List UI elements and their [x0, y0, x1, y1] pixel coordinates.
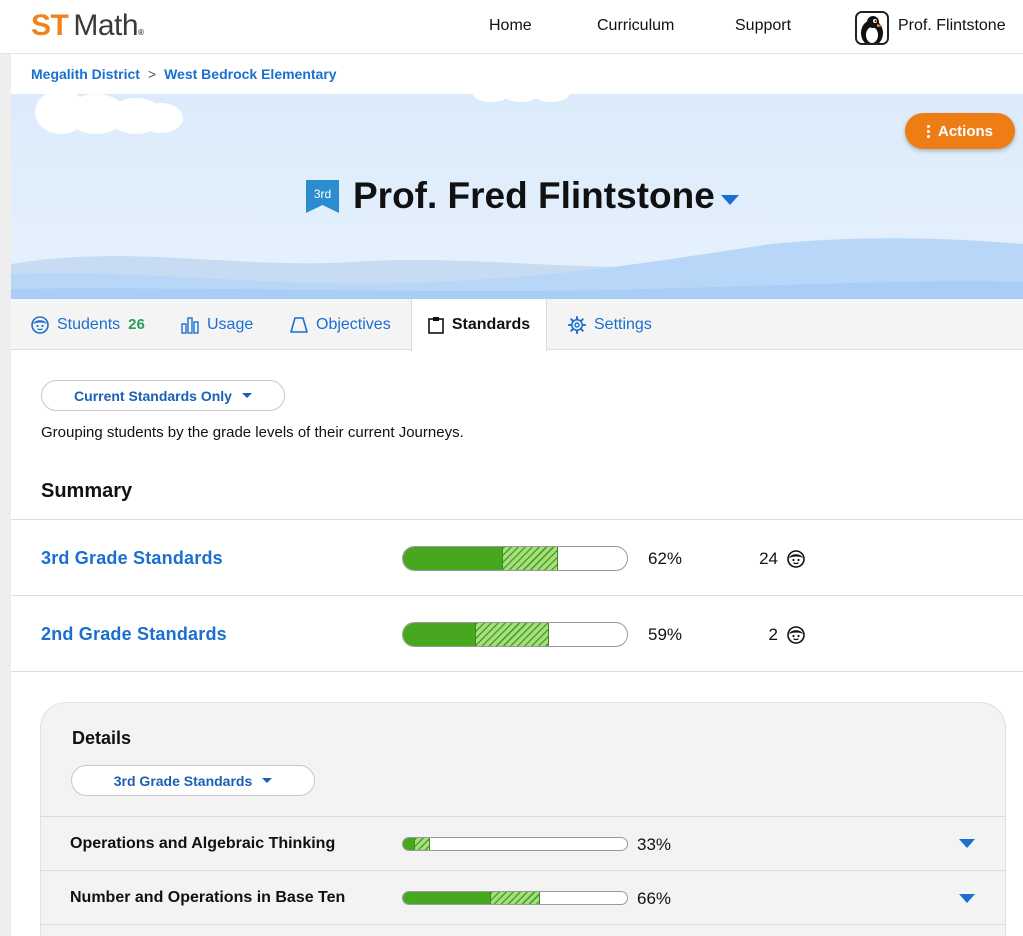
grouping-help-text: Grouping students by the grade levels of…	[41, 424, 464, 441]
nav-curriculum-link[interactable]: Curriculum	[597, 17, 674, 35]
tab-settings[interactable]: Settings	[568, 299, 652, 350]
tab-usage-label: Usage	[207, 315, 254, 333]
student-count-2nd-grade: 2	[768, 625, 778, 644]
percent-number-base-ten: 66%	[637, 889, 672, 908]
standard-link-2nd-grade[interactable]: 2nd Grade Standards	[41, 624, 227, 645]
divider	[11, 671, 1023, 672]
logo-st-text: ST	[31, 9, 69, 42]
details-heading: Details	[72, 728, 132, 748]
breadcrumb-separator: >	[147, 66, 157, 82]
grade-badge-label: 3rd	[313, 187, 332, 201]
percent-3rd-grade: 62%	[648, 549, 683, 568]
standards-filter-select[interactable]: Current Standards Only	[41, 380, 285, 411]
st-math-standards-page: ST Math® Home Curriculum Support Prof. Fl…	[0, 0, 1023, 936]
teacher-name-title[interactable]: Prof. Fred Flintstone	[353, 175, 715, 217]
chevron-down-icon	[262, 778, 273, 783]
penguin-avatar-icon[interactable]	[855, 11, 889, 45]
progress-in-progress-fill	[414, 838, 430, 850]
breadcrumb-district[interactable]: Megalith District	[31, 66, 140, 82]
student-face-icon	[31, 315, 49, 334]
clipboard-icon	[428, 317, 444, 334]
progress-in-progress-fill	[474, 623, 549, 646]
domain-label-operations-algebraic: Operations and Algebraic Thinking	[70, 835, 336, 852]
top-nav: ST Math® Home Curriculum Support Prof. Fl…	[0, 0, 1023, 54]
breadcrumb: Megalith District > West Bedrock Elementar…	[31, 66, 337, 82]
progress-bar-number-base-ten	[402, 891, 628, 905]
user-name[interactable]: Prof. Flintstone	[898, 17, 1006, 35]
nav-support-link[interactable]: Support	[735, 17, 791, 35]
nav-home-link[interactable]: Home	[489, 17, 532, 35]
percent-2nd-grade: 59%	[648, 625, 683, 644]
bar-chart-icon	[181, 316, 199, 334]
left-gutter	[0, 54, 11, 936]
progress-bar-2nd-grade	[402, 622, 628, 647]
divider	[11, 595, 1023, 596]
domain-label-number-base-ten: Number and Operations in Base Ten	[70, 889, 346, 906]
progress-mastered-fill	[403, 547, 502, 570]
tab-objectives-label: Objectives	[316, 315, 391, 333]
percent-operations-algebraic: 33%	[637, 835, 672, 854]
trapezoid-icon	[290, 316, 308, 333]
kebab-menu-icon	[926, 124, 930, 138]
progress-mastered-fill	[403, 623, 475, 646]
expand-chevron-icon[interactable]	[959, 839, 975, 848]
tab-bar: Students 26 Usage Objectives Standards S…	[11, 299, 1023, 351]
standards-filter-value: Current Standards Only	[74, 387, 232, 404]
st-math-logo[interactable]: ST Math®	[31, 9, 144, 43]
student-face-icon	[787, 626, 805, 644]
divider	[41, 870, 1005, 871]
teacher-dropdown-caret-icon[interactable]	[721, 195, 739, 205]
logo-math-text: Math	[73, 9, 139, 42]
tab-settings-label: Settings	[594, 315, 652, 333]
student-face-icon	[787, 550, 805, 568]
expand-chevron-icon[interactable]	[959, 894, 975, 903]
actions-button[interactable]: Actions	[905, 113, 1015, 149]
grade-badge: 3rd	[306, 180, 339, 213]
progress-mastered-fill	[403, 892, 491, 904]
tab-standards[interactable]: Standards	[411, 299, 547, 351]
progress-bar-3rd-grade	[402, 546, 628, 571]
progress-in-progress-fill	[490, 892, 540, 904]
tab-objectives[interactable]: Objectives	[290, 299, 391, 350]
student-count-badge: 26	[128, 316, 145, 333]
gear-icon	[568, 315, 586, 334]
tab-students[interactable]: Students 26	[31, 299, 145, 350]
actions-label: Actions	[937, 122, 993, 140]
logo-registered-mark: ®	[138, 28, 144, 37]
standard-link-3rd-grade[interactable]: 3rd Grade Standards	[41, 548, 223, 569]
tab-usage[interactable]: Usage	[181, 299, 253, 350]
student-count-3rd-grade: 24	[759, 549, 778, 568]
divider	[41, 816, 1005, 817]
divider	[11, 519, 1023, 520]
chevron-down-icon	[241, 393, 252, 398]
divider	[41, 924, 1005, 925]
progress-bar-operations-algebraic	[402, 837, 628, 851]
progress-in-progress-fill	[501, 547, 558, 570]
summary-heading: Summary	[41, 480, 133, 502]
details-standard-select[interactable]: 3rd Grade Standards	[71, 765, 315, 796]
progress-mastered-fill	[403, 838, 415, 850]
breadcrumb-school[interactable]: West Bedrock Elementary	[164, 66, 336, 82]
details-standard-value: 3rd Grade Standards	[113, 772, 253, 789]
tab-standards-label: Standards	[451, 316, 531, 333]
tab-students-label: Students	[57, 315, 121, 333]
